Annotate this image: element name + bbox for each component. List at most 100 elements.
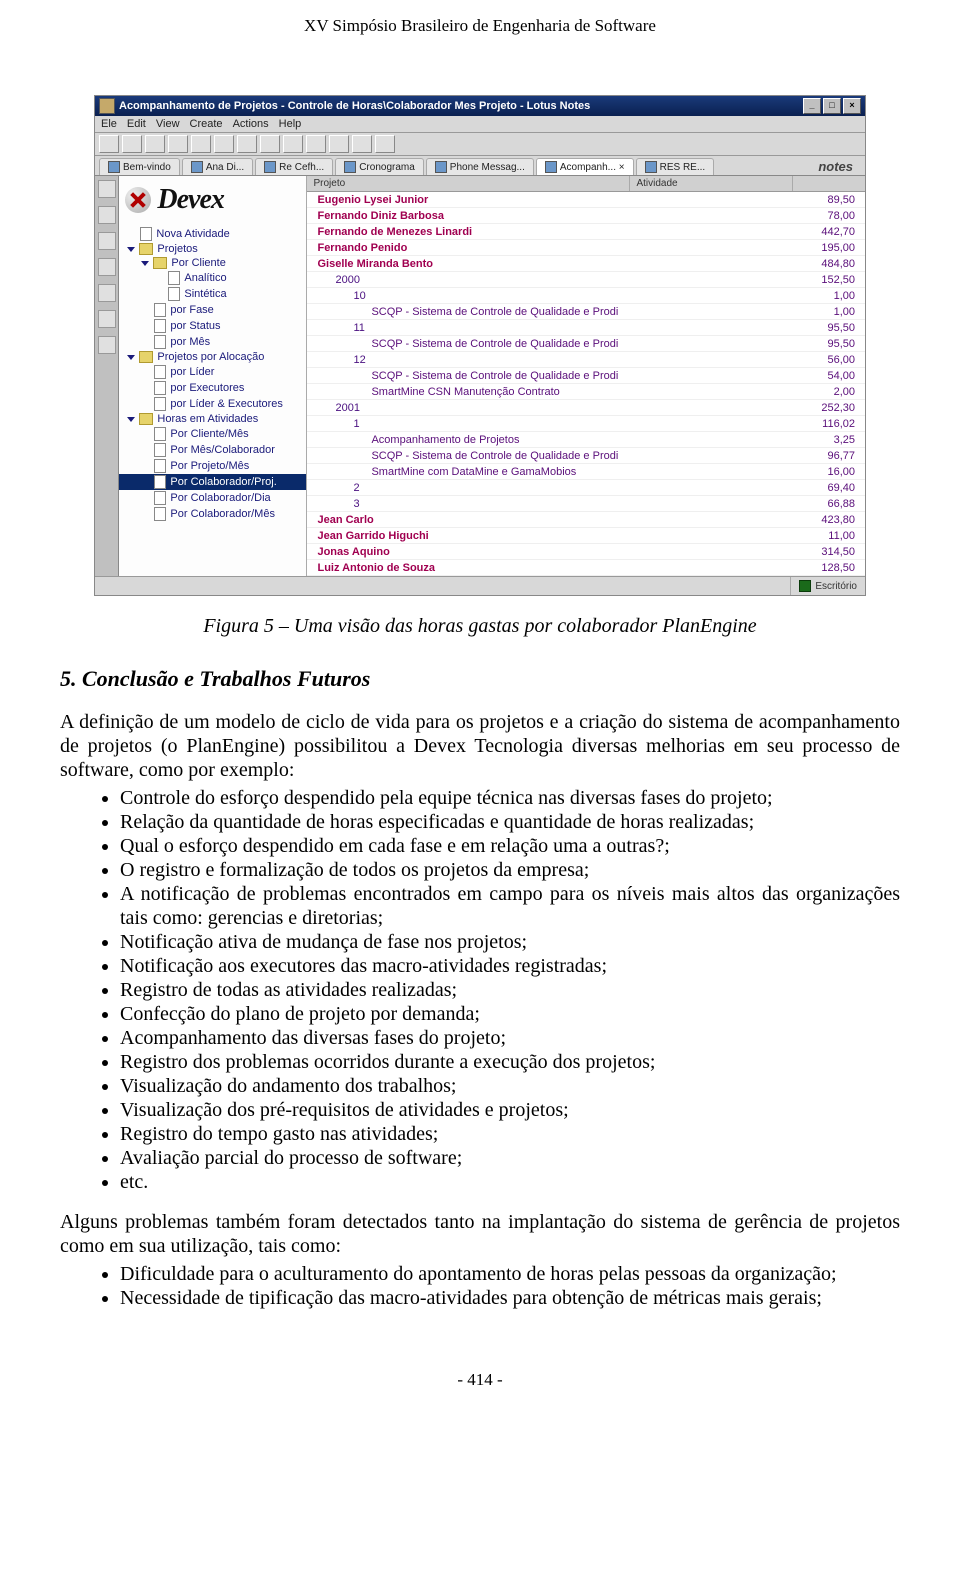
twistie-icon[interactable] xyxy=(141,446,150,455)
menu-view[interactable]: View xyxy=(156,118,180,130)
nav-item[interactable]: Por Colaborador/Mês xyxy=(119,506,306,522)
table-row[interactable]: Jonas Aquino314,50 xyxy=(307,544,865,560)
twistie-icon[interactable] xyxy=(127,230,136,239)
maximize-button[interactable]: □ xyxy=(823,98,841,114)
twistie-icon[interactable] xyxy=(141,462,150,471)
strip-icon[interactable] xyxy=(98,206,116,224)
nav-item[interactable]: por Mês xyxy=(119,334,306,350)
nav-item[interactable]: Por Cliente/Mês xyxy=(119,426,306,442)
tab[interactable]: Bem-vindo xyxy=(99,158,180,175)
twistie-icon[interactable] xyxy=(141,338,150,347)
table-row[interactable]: 101,00 xyxy=(307,288,865,304)
nav-item[interactable]: Por Colaborador/Proj. xyxy=(119,474,306,490)
toolbar-button[interactable] xyxy=(122,135,142,153)
twistie-icon[interactable] xyxy=(127,417,135,422)
twistie-icon[interactable] xyxy=(141,478,150,487)
nav-item[interactable]: Projetos por Alocação xyxy=(119,350,306,364)
twistie-icon[interactable] xyxy=(141,494,150,503)
table-row[interactable]: 1256,00 xyxy=(307,352,865,368)
twistie-icon[interactable] xyxy=(141,400,150,409)
nav-item[interactable]: por Líder xyxy=(119,364,306,380)
table-row[interactable]: 269,40 xyxy=(307,480,865,496)
nav-item[interactable]: Por Projeto/Mês xyxy=(119,458,306,474)
toolbar-button[interactable] xyxy=(306,135,326,153)
twistie-icon[interactable] xyxy=(141,368,150,377)
twistie-icon[interactable] xyxy=(155,274,164,283)
nav-item[interactable]: por Status xyxy=(119,318,306,334)
toolbar-button[interactable] xyxy=(352,135,372,153)
nav-item[interactable]: Por Mês/Colaborador xyxy=(119,442,306,458)
table-row[interactable]: Jean Garrido Higuchi11,00 xyxy=(307,528,865,544)
menu-actions[interactable]: Actions xyxy=(233,118,269,130)
nav-item[interactable]: Sintética xyxy=(119,286,306,302)
table-row[interactable]: Fernando Diniz Barbosa78,00 xyxy=(307,208,865,224)
table-row[interactable]: SmartMine com DataMine e GamaMobios16,00 xyxy=(307,464,865,480)
table-row[interactable]: Fernando de Menezes Linardi442,70 xyxy=(307,224,865,240)
strip-icon[interactable] xyxy=(98,310,116,328)
menu-ele[interactable]: Ele xyxy=(101,118,117,130)
toolbar-button[interactable] xyxy=(214,135,234,153)
toolbar-button[interactable] xyxy=(145,135,165,153)
table-row[interactable]: Eugenio Lysei Junior89,50 xyxy=(307,192,865,208)
toolbar-button[interactable] xyxy=(283,135,303,153)
strip-icon[interactable] xyxy=(98,258,116,276)
table-row[interactable]: 2001252,30 xyxy=(307,400,865,416)
column-header-projeto[interactable]: Projeto xyxy=(307,176,630,191)
minimize-button[interactable]: _ xyxy=(803,98,821,114)
twistie-icon[interactable] xyxy=(141,261,149,266)
twistie-icon[interactable] xyxy=(127,247,135,252)
nav-item[interactable]: por Líder & Executores xyxy=(119,396,306,412)
tab[interactable]: Phone Messag... xyxy=(426,158,534,175)
tab[interactable]: Ana Di... xyxy=(182,158,253,175)
close-button[interactable]: × xyxy=(843,98,861,114)
strip-icon[interactable] xyxy=(98,284,116,302)
tab[interactable]: Cronograma xyxy=(335,158,424,175)
nav-item[interactable]: por Fase xyxy=(119,302,306,318)
table-row[interactable]: SCQP - Sistema de Controle de Qualidade … xyxy=(307,448,865,464)
twistie-icon[interactable] xyxy=(141,306,150,315)
toolbar-button[interactable] xyxy=(237,135,257,153)
table-row[interactable]: SCQP - Sistema de Controle de Qualidade … xyxy=(307,336,865,352)
nav-item[interactable]: Por Cliente xyxy=(119,256,306,270)
nav-item[interactable]: por Executores xyxy=(119,380,306,396)
nav-item[interactable]: Horas em Atividades xyxy=(119,412,306,426)
table-row[interactable]: SCQP - Sistema de Controle de Qualidade … xyxy=(307,368,865,384)
strip-icon[interactable] xyxy=(98,336,116,354)
table-row[interactable]: 1116,02 xyxy=(307,416,865,432)
tab[interactable]: RES RE... xyxy=(636,158,715,175)
menu-help[interactable]: Help xyxy=(279,118,302,130)
toolbar-button[interactable] xyxy=(99,135,119,153)
menu-create[interactable]: Create xyxy=(190,118,223,130)
tab-active[interactable]: Acompanh... × xyxy=(536,158,634,175)
column-header-value[interactable] xyxy=(793,176,865,191)
toolbar-button[interactable] xyxy=(260,135,280,153)
table-row[interactable]: 366,88 xyxy=(307,496,865,512)
table-row[interactable]: Giselle Miranda Bento484,80 xyxy=(307,256,865,272)
twistie-icon[interactable] xyxy=(141,384,150,393)
menu-edit[interactable]: Edit xyxy=(127,118,146,130)
table-row[interactable]: Jean Carlo423,80 xyxy=(307,512,865,528)
strip-icon[interactable] xyxy=(98,232,116,250)
column-header-atividade[interactable]: Atividade xyxy=(630,176,793,191)
table-row[interactable]: SmartMine CSN Manutenção Contrato2,00 xyxy=(307,384,865,400)
nav-item[interactable]: Nova Atividade xyxy=(119,226,306,242)
twistie-icon[interactable] xyxy=(127,355,135,360)
twistie-icon[interactable] xyxy=(141,430,150,439)
strip-icon[interactable] xyxy=(98,180,116,198)
table-row[interactable]: 1195,50 xyxy=(307,320,865,336)
tab[interactable]: Re Cefh... xyxy=(255,158,333,175)
table-row[interactable]: SCQP - Sistema de Controle de Qualidade … xyxy=(307,304,865,320)
nav-item[interactable]: Projetos xyxy=(119,242,306,256)
toolbar-button[interactable] xyxy=(329,135,349,153)
table-row[interactable]: Luiz Antonio de Souza128,50 xyxy=(307,560,865,576)
table-row[interactable]: Fernando Penido195,00 xyxy=(307,240,865,256)
toolbar-button[interactable] xyxy=(168,135,188,153)
toolbar-button[interactable] xyxy=(191,135,211,153)
toolbar-button[interactable] xyxy=(375,135,395,153)
nav-item[interactable]: Por Colaborador/Dia xyxy=(119,490,306,506)
twistie-icon[interactable] xyxy=(141,322,150,331)
table-row[interactable]: Acompanhamento de Projetos3,25 xyxy=(307,432,865,448)
nav-item[interactable]: Analítico xyxy=(119,270,306,286)
twistie-icon[interactable] xyxy=(155,290,164,299)
twistie-icon[interactable] xyxy=(141,510,150,519)
